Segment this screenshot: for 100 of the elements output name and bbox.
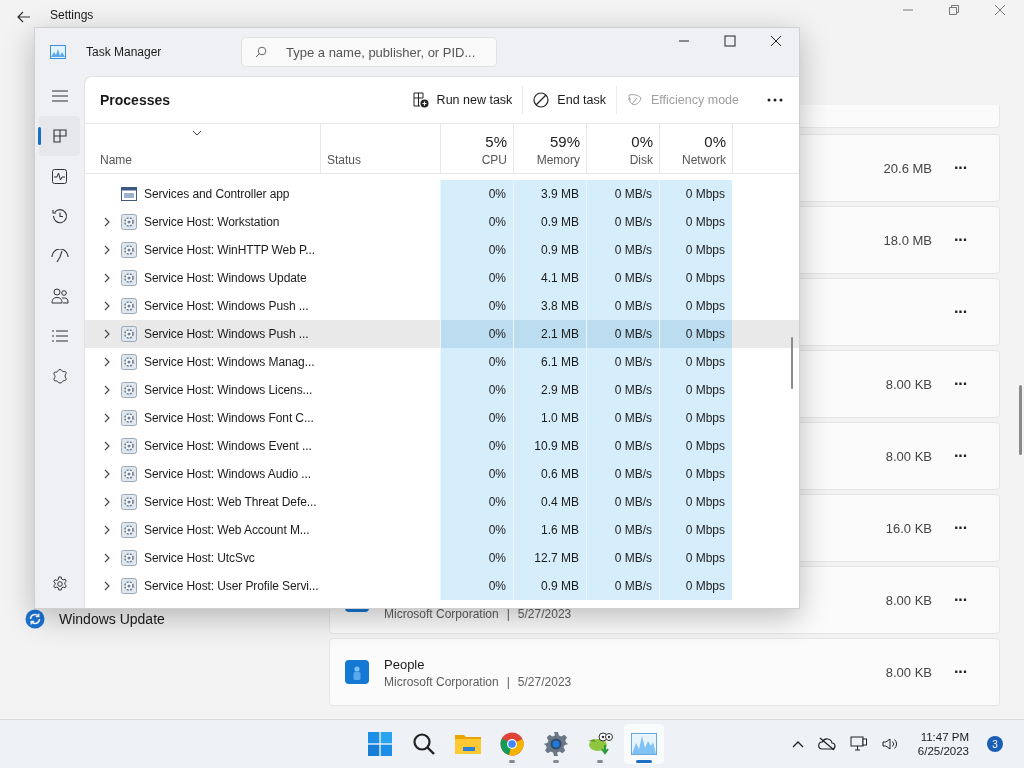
processes-icon[interactable] <box>52 129 67 143</box>
chevron-up-icon[interactable] <box>791 740 804 748</box>
process-name: Service Host: Windows Push ... <box>144 299 309 313</box>
window-icon <box>121 187 137 201</box>
column-header[interactable]: Status <box>327 153 434 167</box>
cloud-off-icon[interactable] <box>817 737 836 751</box>
app-size: 8.00 KB <box>885 592 932 608</box>
app-date: 5/27/2023 <box>517 606 572 621</box>
expand-chevron-icon[interactable] <box>104 469 110 479</box>
network-icon[interactable] <box>849 736 868 752</box>
app-publisher: Microsoft Corporation <box>384 675 499 689</box>
table-cell: 0 MB/s <box>614 355 652 369</box>
expand-chevron-icon[interactable] <box>104 245 110 255</box>
scrollbar[interactable] <box>1019 385 1022 455</box>
gear-icon <box>121 214 137 230</box>
more-button[interactable]: ··· <box>952 447 969 465</box>
expand-chevron-icon[interactable] <box>104 581 110 591</box>
expand-chevron-icon[interactable] <box>104 217 110 227</box>
more-button[interactable]: ··· <box>952 591 969 609</box>
table-cell: 0% <box>488 439 506 453</box>
table-cell: 0 Mbps <box>685 495 725 509</box>
table-cell: 0.4 MB <box>541 495 579 509</box>
expand-chevron-icon[interactable] <box>104 273 110 283</box>
more-button[interactable]: ··· <box>952 303 969 321</box>
table-cell: 6.1 MB <box>541 355 579 369</box>
expand-chevron-icon[interactable] <box>104 525 110 535</box>
separator: | <box>506 606 510 621</box>
table-cell: 0 MB/s <box>614 579 652 593</box>
close-icon[interactable] <box>770 35 782 47</box>
table-cell: 0% <box>488 551 506 565</box>
windows-logo-icon <box>368 732 392 756</box>
page-title: Processes <box>100 92 171 108</box>
app-size: 8.00 KB <box>885 376 932 392</box>
folder-icon <box>455 733 481 755</box>
sort-caret-icon[interactable] <box>192 130 202 136</box>
gear-icon <box>121 438 137 454</box>
table-cell: 1.0 MB <box>541 411 579 425</box>
more-button[interactable]: ··· <box>952 519 969 537</box>
table-cell: 0.9 MB <box>541 579 579 593</box>
history-icon[interactable] <box>51 208 68 224</box>
gear-icon <box>121 522 137 538</box>
process-name: Service Host: Windows Audio ... <box>144 467 311 481</box>
menu-icon[interactable] <box>51 90 68 102</box>
expand-chevron-icon[interactable] <box>104 385 110 395</box>
app-name: People <box>384 657 426 672</box>
expand-chevron-icon[interactable] <box>104 441 110 451</box>
cancel-icon <box>533 92 550 108</box>
performance-icon[interactable] <box>52 168 67 184</box>
expand-chevron-icon[interactable] <box>104 413 110 423</box>
back-arrow-icon[interactable] <box>17 11 31 23</box>
expand-chevron-icon[interactable] <box>104 329 110 339</box>
gauge-icon[interactable] <box>50 249 69 263</box>
expand-chevron-icon[interactable] <box>104 301 110 311</box>
gear-icon <box>121 466 137 482</box>
nav-item[interactable]: Windows Update <box>25 609 165 629</box>
users-icon[interactable] <box>50 288 69 304</box>
notification-badge[interactable]: 3 <box>987 736 1003 752</box>
process-name: Service Host: UtcSvc <box>144 551 255 565</box>
more-icon[interactable] <box>767 98 783 102</box>
table-cell: 0 Mbps <box>685 467 725 481</box>
more-button[interactable]: ··· <box>952 663 969 681</box>
search-field[interactable]: Type a name, publisher, or PID... <box>241 37 497 67</box>
list-icon[interactable] <box>51 330 68 342</box>
process-name: Service Host: Windows Licens... <box>144 383 313 397</box>
table-cell: 0 MB/s <box>614 215 652 229</box>
more-button[interactable]: ··· <box>952 159 969 177</box>
more-button[interactable]: ··· <box>952 375 969 393</box>
expand-chevron-icon[interactable] <box>104 553 110 563</box>
clock-date[interactable]: 6/25/2023 <box>917 745 969 757</box>
table-cell: 3.9 MB <box>541 187 579 201</box>
app-publisher: Microsoft Corporation <box>384 606 499 621</box>
scrollbar[interactable] <box>791 337 793 389</box>
expand-chevron-icon[interactable] <box>104 497 110 507</box>
table-cell: 0% <box>488 579 506 593</box>
column-header[interactable]: CPU <box>481 153 507 167</box>
maximize-icon[interactable] <box>724 35 736 47</box>
chameleon-icon <box>587 732 613 756</box>
table-cell: 0% <box>488 271 506 285</box>
row-highlight[interactable]: Service Host: Windows Push ... 0% 2.1 MB 0 MB/s 0 Mbps <box>85 320 799 348</box>
column-total: 0% <box>631 133 653 150</box>
toolbar-button[interactable]: Run new task <box>402 86 523 114</box>
restore-icon[interactable] <box>948 4 960 16</box>
settings-icon[interactable] <box>51 576 68 592</box>
column-header[interactable]: Name <box>100 153 314 167</box>
process-name: Service Host: Workstation <box>144 215 280 229</box>
toolbar-button[interactable]: End task <box>522 86 616 114</box>
search-icon <box>412 732 436 756</box>
more-button[interactable]: ··· <box>952 231 969 249</box>
volume-icon[interactable] <box>881 737 898 751</box>
column-header[interactable]: Memory <box>536 153 580 167</box>
column-header[interactable]: Network <box>682 153 726 167</box>
app-size: 8.00 KB <box>885 664 932 680</box>
table-cell: 0.9 MB <box>541 243 579 257</box>
app-size: 20.6 MB <box>883 160 932 176</box>
clock-time[interactable]: 11:47 PM <box>920 731 969 743</box>
expand-chevron-icon[interactable] <box>104 357 110 367</box>
column-header[interactable]: Disk <box>629 153 653 167</box>
table-cell: 0 Mbps <box>685 187 725 201</box>
table-cell: 0% <box>488 187 506 201</box>
process-name: Service Host: Web Account M... <box>144 523 310 537</box>
